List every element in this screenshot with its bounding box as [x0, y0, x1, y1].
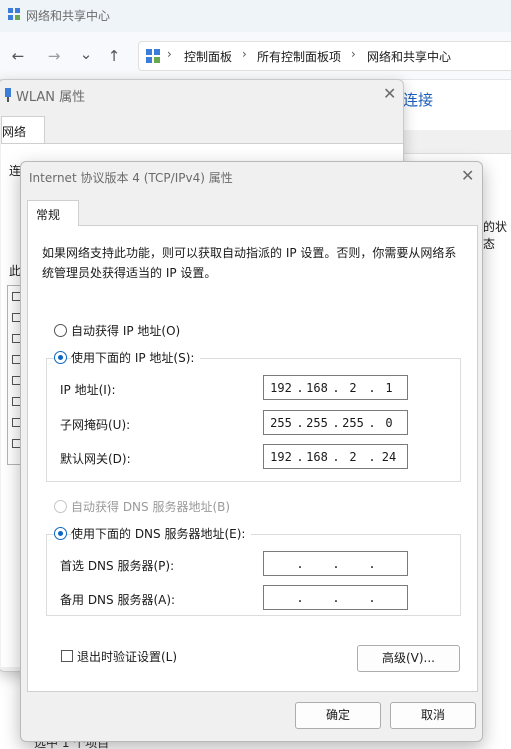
- ok-button[interactable]: 确定: [295, 702, 381, 729]
- address-bar[interactable]: › 控制面板 › 所有控制面板项 › 网络和共享中心: [138, 41, 511, 71]
- control-panel-icon: [146, 49, 160, 63]
- ip-dot: .: [296, 557, 304, 571]
- general-tab-panel: 如果网络支持此功能，则可以获取自动指派的 IP 设置。否则，你需要从网络系统管理…: [27, 225, 478, 692]
- manual-ip-radio[interactable]: [54, 351, 67, 364]
- auto-dns-radio[interactable]: [54, 500, 67, 513]
- tab-network-label: 网络: [2, 125, 27, 139]
- wlan-title: WLAN 属性: [16, 90, 86, 105]
- tab-general-label: 常规: [36, 208, 61, 222]
- ip-dot: .: [332, 557, 340, 571]
- tab-general[interactable]: 常规: [27, 200, 79, 226]
- ip-dot: .: [332, 381, 340, 395]
- status-link-fragment[interactable]: 的状态: [483, 218, 511, 252]
- connections-link[interactable]: 连接: [403, 89, 433, 110]
- ip-octet: 192: [270, 450, 292, 464]
- chevron-right-icon: ›: [351, 47, 356, 61]
- ip-dot: .: [368, 450, 376, 464]
- network-icon: [8, 8, 20, 20]
- ip-address-input[interactable]: 192 . 168 . 2 . 1: [263, 375, 408, 400]
- description-text: 如果网络支持此功能，则可以获取自动指派的 IP 设置。否则，你需要从网络系统管理…: [42, 246, 457, 280]
- auto-ip-radio[interactable]: [54, 324, 67, 337]
- ip-octet: 24: [381, 450, 397, 464]
- ip-dot: .: [296, 450, 304, 464]
- ip-dot: .: [368, 416, 376, 430]
- auto-dns-label[interactable]: 自动获得 DNS 服务器地址(B): [71, 498, 230, 515]
- advanced-button[interactable]: 高级(V)...: [357, 645, 460, 672]
- ip-dot: .: [332, 450, 340, 464]
- ip-octet: 2: [349, 450, 357, 464]
- ip-dot: .: [332, 416, 340, 430]
- manual-dns-label[interactable]: 使用下面的 DNS 服务器地址(E):: [71, 525, 252, 542]
- validate-on-exit-checkbox[interactable]: [61, 650, 73, 662]
- network-adapter-icon: [5, 88, 11, 102]
- manual-dns-radio[interactable]: [54, 527, 67, 540]
- ip-dot: .: [296, 416, 304, 430]
- validate-on-exit-label[interactable]: 退出时验证设置(L): [77, 648, 177, 665]
- back-icon[interactable]: ←: [6, 44, 30, 68]
- manual-ip-label[interactable]: 使用下面的 IP 地址(S):: [71, 349, 201, 366]
- ip-octet: 255: [270, 416, 292, 430]
- cancel-button[interactable]: 取消: [390, 702, 476, 729]
- ip-octet: 192: [270, 381, 292, 395]
- ip-octet: 255: [342, 416, 364, 430]
- preferred-dns-label: 首选 DNS 服务器(P):: [60, 559, 175, 573]
- ip-dot: .: [368, 381, 376, 395]
- chevron-right-icon: ›: [167, 47, 172, 61]
- explorer-title: 网络和共享中心: [26, 9, 111, 23]
- ip-dot: .: [296, 381, 304, 395]
- explorer-titlebar: 网络和共享中心: [0, 0, 511, 32]
- ip-dot: .: [296, 591, 304, 605]
- close-icon[interactable]: ✕: [383, 84, 396, 103]
- subnet-mask-label: 子网掩码(U):: [60, 418, 131, 432]
- ip-octet: 255: [306, 416, 328, 430]
- close-icon[interactable]: ✕: [461, 166, 474, 185]
- ip-octet: 2: [349, 381, 357, 395]
- chevron-right-icon: ›: [242, 47, 247, 61]
- dialog-title: Internet 协议版本 4 (TCP/IPv4) 属性: [29, 171, 233, 185]
- ip-dot: .: [332, 591, 340, 605]
- preferred-dns-input[interactable]: . . .: [263, 551, 408, 576]
- subnet-mask-input[interactable]: 255 . 255 . 255 . 0: [263, 410, 408, 435]
- breadcrumb-all-items[interactable]: 所有控制面板项: [257, 48, 341, 65]
- recent-locations-icon[interactable]: ⌄: [74, 42, 98, 66]
- breadcrumb-network-center[interactable]: 网络和共享中心: [367, 48, 451, 65]
- ip-dot: .: [368, 591, 376, 605]
- ip-octet: 0: [385, 416, 393, 430]
- ip-octet: 168: [306, 450, 328, 464]
- breadcrumb-control-panel[interactable]: 控制面板: [184, 48, 232, 65]
- ip-octet: 168: [306, 381, 328, 395]
- explorer-content-band: [403, 130, 511, 154]
- auto-ip-label[interactable]: 自动获得 IP 地址(O): [71, 322, 180, 339]
- ip-dot: .: [368, 557, 376, 571]
- ip-address-label: IP 地址(I):: [60, 383, 116, 397]
- tab-network[interactable]: 网络: [1, 116, 45, 144]
- forward-icon[interactable]: →: [42, 44, 66, 68]
- default-gateway-label: 默认网关(D):: [60, 452, 131, 466]
- alternate-dns-input[interactable]: . . .: [263, 585, 408, 610]
- default-gateway-input[interactable]: 192 . 168 . 2 . 24: [263, 444, 408, 469]
- ipv4-properties-dialog: Internet 协议版本 4 (TCP/IPv4) 属性 ✕ 常规 如果网络支…: [20, 161, 483, 742]
- ip-octet: 1: [385, 381, 393, 395]
- alternate-dns-label: 备用 DNS 服务器(A):: [60, 593, 176, 607]
- up-icon[interactable]: ↑: [102, 44, 126, 68]
